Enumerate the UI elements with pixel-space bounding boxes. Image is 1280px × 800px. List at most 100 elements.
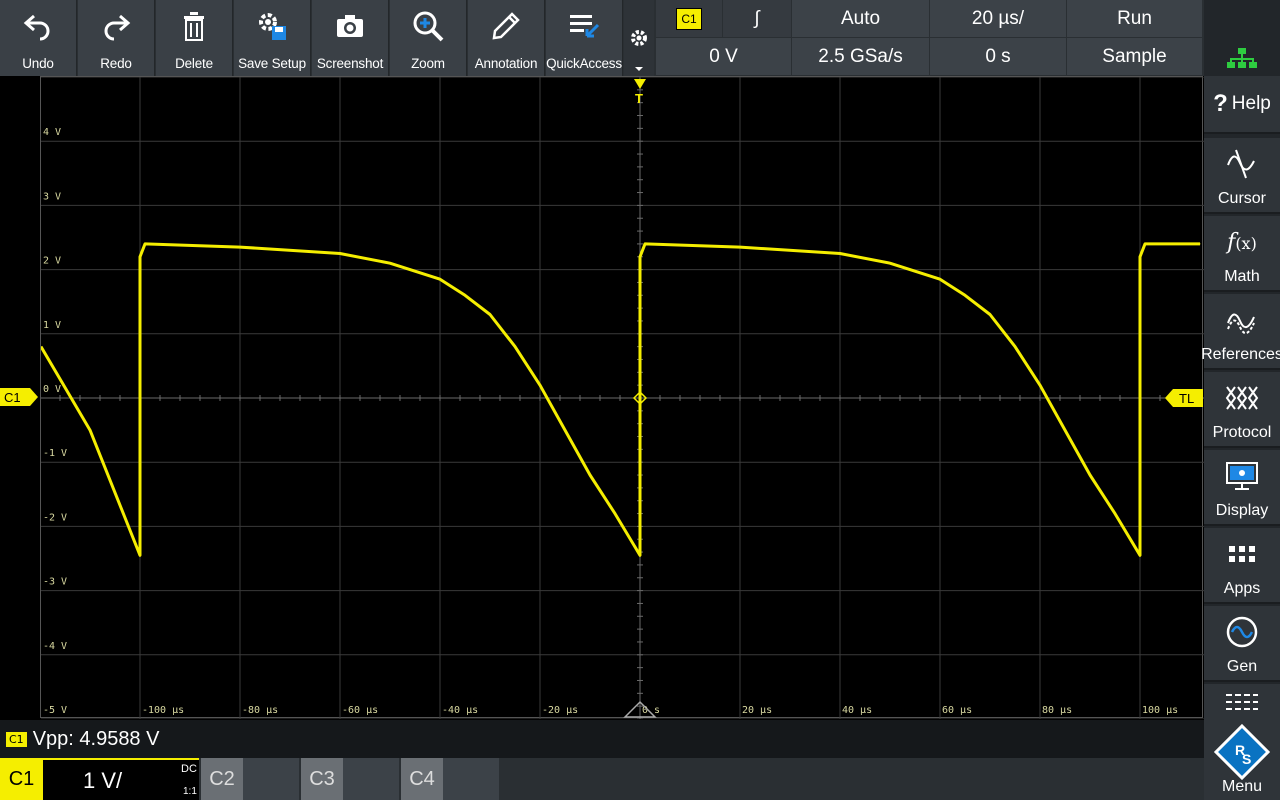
svg-text:S: S xyxy=(1242,751,1251,767)
trigger-level-label: TL xyxy=(1179,391,1194,406)
trace-point xyxy=(464,294,466,296)
trace-point xyxy=(939,278,941,280)
screenshot-label: Screenshot xyxy=(316,56,384,71)
undo-label: Undo xyxy=(22,56,54,71)
protocol-button[interactable]: Protocol xyxy=(1204,372,1280,448)
trigger-source-cell[interactable]: C1 xyxy=(656,0,722,37)
trigger-slope-cell[interactable]: ∫ xyxy=(723,0,791,37)
trace-point xyxy=(514,346,516,348)
display-button[interactable]: Display xyxy=(1204,450,1280,526)
trace-point xyxy=(564,429,566,431)
time-scale-value: 20 µs/ xyxy=(971,7,1025,29)
waveform-display[interactable]: 4 V 3 V 2 V 1 V 0 V -1 V -2 V -3 V -4 V -5 V -100 … xyxy=(40,76,1204,719)
annotation-button[interactable]: Annotation xyxy=(468,0,545,76)
trace-point xyxy=(339,253,341,254)
trace-point xyxy=(389,262,391,264)
toolbar-settings-button[interactable] xyxy=(624,0,654,76)
display-label: Display xyxy=(1215,502,1269,519)
trace-point xyxy=(139,554,141,556)
channel-1-tab[interactable]: C1 xyxy=(0,758,43,800)
channel-offset-marker[interactable]: C1 xyxy=(0,76,40,718)
save-setup-label: Save Setup xyxy=(238,56,306,71)
x-tick-label: 40 µs xyxy=(842,705,872,716)
trace-point xyxy=(644,243,646,245)
channel-1-settings[interactable]: 1 V/ DC 1:1 xyxy=(43,758,199,800)
y-tick-label: 3 V xyxy=(43,191,61,202)
trace-point xyxy=(139,256,141,258)
apps-button[interactable]: Apps xyxy=(1204,528,1280,604)
channel-bar: C1 1 V/ DC 1:1 C2 C3 C4 xyxy=(0,758,1204,800)
chevron-down-icon xyxy=(635,67,643,71)
zoom-icon xyxy=(413,11,444,42)
save-setup-button[interactable]: Save Setup xyxy=(234,0,311,76)
screenshot-button[interactable]: Screenshot xyxy=(312,0,389,76)
protocol-label: Protocol xyxy=(1212,424,1272,441)
trigger-level-cell[interactable]: 0 V xyxy=(656,38,791,75)
trace-point xyxy=(1089,474,1091,476)
trigger-mode-cell[interactable]: Auto xyxy=(792,0,929,37)
rs-logo-icon: RS xyxy=(1213,723,1271,781)
save-setup-icon xyxy=(259,13,286,40)
measurement-bar: C1 Vpp: 4.9588 V xyxy=(0,720,1204,758)
channel-2-tab[interactable]: C2 xyxy=(201,758,243,800)
annotation-label: Annotation xyxy=(474,56,538,71)
toolbar: Undo Redo Delete Save Setup Screenshot Z… xyxy=(0,0,1280,76)
acquisition-mode-cell[interactable]: Sample xyxy=(1067,38,1202,75)
x-tick-label: 100 µs xyxy=(1142,705,1178,716)
trigger-position-label: T xyxy=(635,91,643,106)
channel-2-label: C2 xyxy=(209,767,235,790)
trace-point xyxy=(1114,513,1116,515)
bus-decode-icon xyxy=(1226,694,1258,710)
cursor-button[interactable]: Cursor xyxy=(1204,138,1280,214)
quickaccess-button[interactable]: QuickAccess xyxy=(546,0,623,76)
menu-button[interactable]: RS Menu xyxy=(1204,684,1280,800)
generator-button[interactable]: Gen xyxy=(1204,606,1280,682)
trace-point xyxy=(1139,554,1141,556)
time-scale-cell[interactable]: 20 µs/ xyxy=(930,0,1066,37)
trace-point xyxy=(1039,384,1041,386)
redo-label: Redo xyxy=(100,56,132,71)
run-state-cell[interactable]: Run xyxy=(1067,0,1202,37)
y-tick-label: -4 V xyxy=(43,641,67,652)
x-tick-label: 60 µs xyxy=(942,705,972,716)
references-button[interactable]: References xyxy=(1201,294,1280,370)
trace-point xyxy=(889,262,891,264)
delete-button[interactable]: Delete xyxy=(156,0,233,76)
math-button[interactable]: f(x) Math xyxy=(1204,216,1280,292)
zoom-button[interactable]: Zoom xyxy=(390,0,467,76)
x-tick-label: -20 µs xyxy=(542,705,578,716)
channel-1-probe-ratio: 1:1 xyxy=(183,786,197,797)
channel-1-scale: 1 V/ xyxy=(83,768,123,793)
y-tick-label: -2 V xyxy=(43,512,67,523)
trace-point xyxy=(989,314,991,315)
waveform-chart[interactable]: 4 V 3 V 2 V 1 V 0 V -1 V -2 V -3 V -4 V -5 V -100 … xyxy=(41,77,1204,719)
horizontal-position-value: 0 s xyxy=(985,45,1011,67)
x-tick-label: -100 µs xyxy=(142,705,184,716)
trace-point xyxy=(839,253,841,254)
trace-point xyxy=(1139,256,1141,258)
redo-button[interactable]: Redo xyxy=(78,0,155,76)
x-tick-label: 80 µs xyxy=(1042,705,1072,716)
sample-rate-value: 2.5 GSa/s xyxy=(818,45,903,67)
channel-2-settings[interactable] xyxy=(243,758,299,800)
trigger-source-badge: C1 xyxy=(676,7,702,30)
cursor-label: Cursor xyxy=(1217,190,1266,207)
undo-button[interactable]: Undo xyxy=(0,0,77,76)
channel-4-settings[interactable] xyxy=(443,758,499,800)
y-tick-label: 2 V xyxy=(43,256,61,267)
channel-3-tab[interactable]: C3 xyxy=(301,758,343,800)
x-tick-label: -60 µs xyxy=(342,705,378,716)
references-icon xyxy=(1227,313,1255,334)
channel-4-tab[interactable]: C4 xyxy=(401,758,443,800)
x-tick-label: 20 µs xyxy=(742,705,772,716)
measurement-result[interactable]: Vpp: 4.9588 V xyxy=(33,728,160,751)
x-tick-label: -80 µs xyxy=(242,705,278,716)
quickaccess-label: QuickAccess xyxy=(546,56,622,71)
horizontal-position-cell[interactable]: 0 s xyxy=(930,38,1066,75)
sample-rate-cell[interactable]: 2.5 GSa/s xyxy=(792,38,929,75)
channel-3-settings[interactable] xyxy=(343,758,399,800)
help-button[interactable]: ? Help xyxy=(1204,76,1280,134)
trigger-position-marker[interactable] xyxy=(634,79,646,89)
quickaccess-icon xyxy=(570,15,600,38)
right-sidebar: ? Help Cursor f(x) Math References Proto… xyxy=(1201,76,1280,800)
